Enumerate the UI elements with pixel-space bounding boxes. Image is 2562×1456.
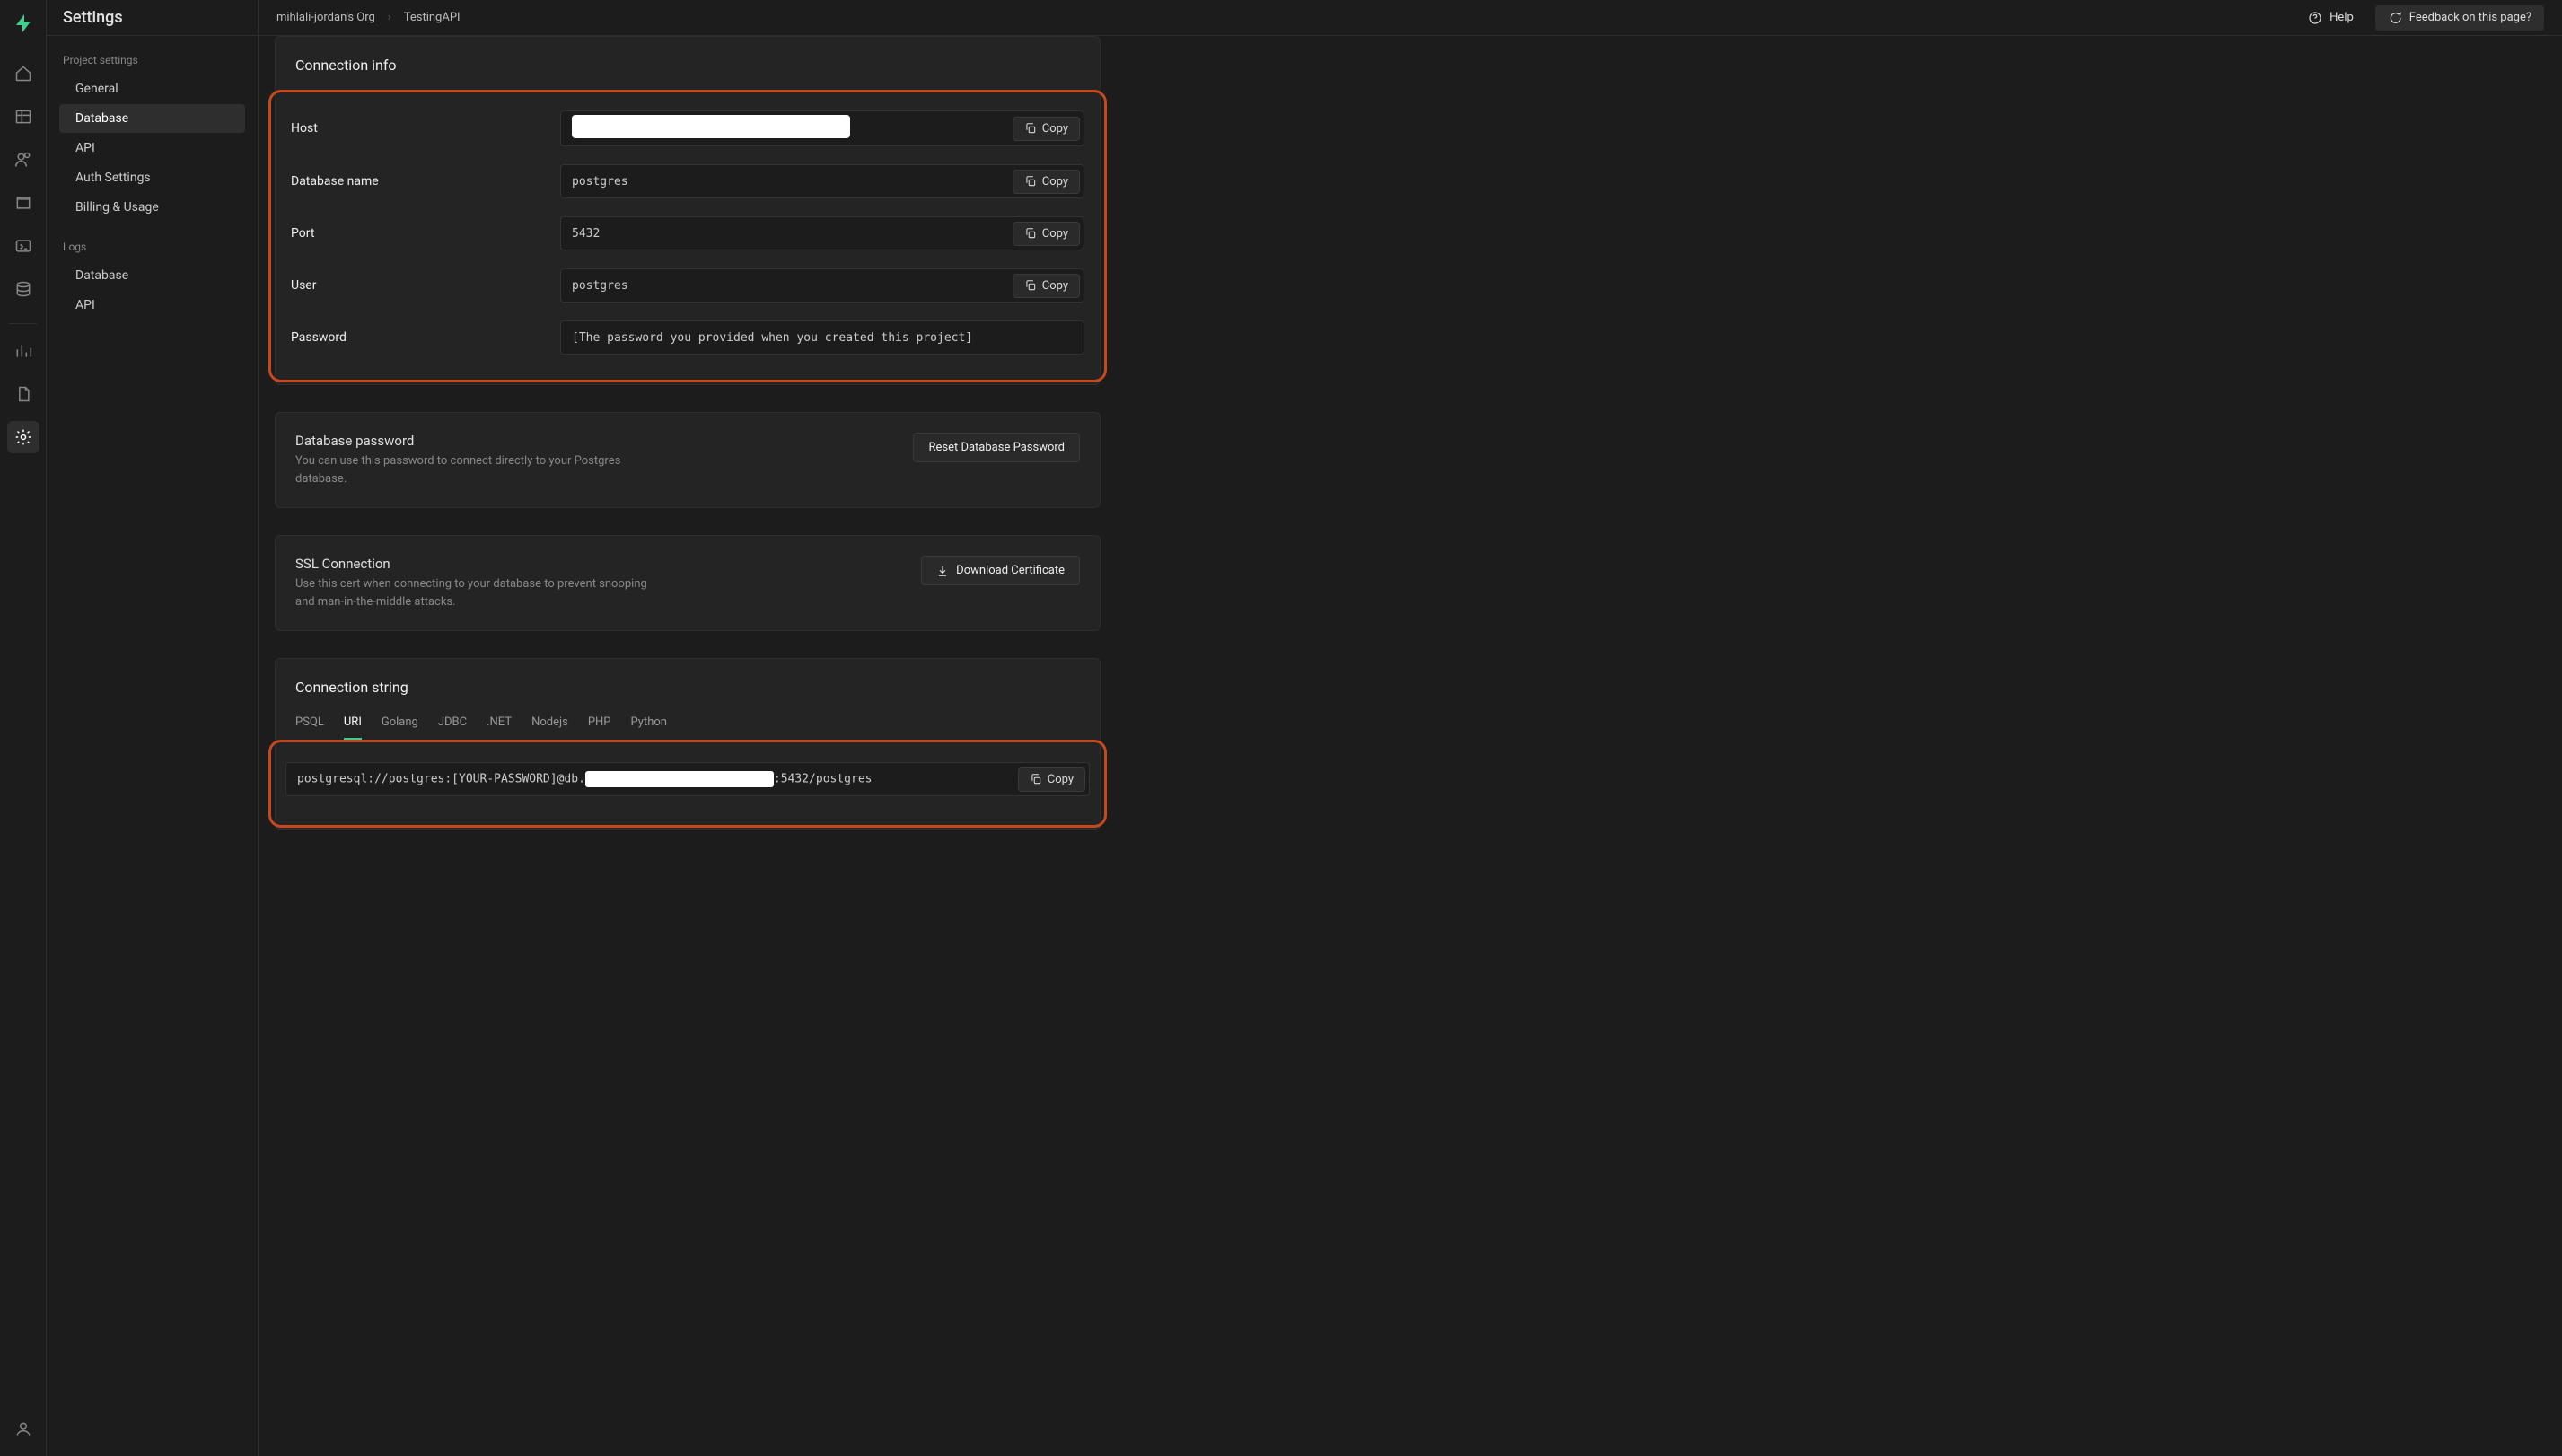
ssl-panel: SSL Connection Use this cert when connec… <box>275 535 1101 631</box>
docs-icon[interactable] <box>7 378 39 410</box>
host-value <box>572 115 1013 142</box>
sidebar-item-logs-api[interactable]: API <box>59 291 245 320</box>
feedback-button[interactable]: Feedback on this page? <box>2375 5 2544 31</box>
tab-psql[interactable]: PSQL <box>295 712 324 740</box>
chat-icon <box>2388 11 2402 25</box>
copy-connection-string-button[interactable]: Copy <box>1018 767 1085 792</box>
redacted-host-inline <box>585 771 774 787</box>
auth-icon[interactable] <box>7 144 39 176</box>
home-icon[interactable] <box>7 57 39 90</box>
dbname-value: postgres <box>572 175 1013 189</box>
help-button[interactable]: Help <box>2295 5 2366 31</box>
account-icon[interactable] <box>7 1413 39 1445</box>
topbar: mihlali-jordan's Org › TestingAPI Help F… <box>259 0 2562 36</box>
download-cert-button[interactable]: Download Certificate <box>921 556 1080 585</box>
port-field: 5432 Copy <box>560 216 1084 250</box>
connection-info-title: Connection info <box>276 37 1100 90</box>
db-password-title: Database password <box>295 433 913 449</box>
port-value: 5432 <box>572 227 1013 241</box>
connection-info-panel: Connection info Host Copy Da <box>275 36 1101 385</box>
password-value: [The password you provided when you crea… <box>572 331 1080 345</box>
icon-rail <box>0 0 47 1456</box>
db-password-desc: You can use this password to connect dir… <box>295 452 654 487</box>
tab-jdbc[interactable]: JDBC <box>438 712 467 740</box>
host-field: Copy <box>560 110 1084 146</box>
copy-port-button[interactable]: Copy <box>1013 222 1080 246</box>
redacted-host <box>572 115 850 138</box>
connection-string-panel: Connection string PSQL URI Golang JDBC .… <box>275 658 1101 830</box>
main: mihlali-jordan's Org › TestingAPI Help F… <box>259 0 2562 1456</box>
dbname-label: Database name <box>291 174 560 189</box>
connection-string-value: postgresql://postgres:[YOUR-PASSWORD]@db… <box>297 771 1018 787</box>
copy-icon <box>1024 122 1037 135</box>
copy-dbname-button[interactable]: Copy <box>1013 170 1080 194</box>
settings-icon[interactable] <box>7 421 39 453</box>
sidebar-section-project: Project settings <box>47 36 258 74</box>
sidebar-item-general[interactable]: General <box>59 75 245 103</box>
tab-golang[interactable]: Golang <box>382 712 418 740</box>
sidebar-section-logs: Logs <box>47 223 258 260</box>
password-field: [The password you provided when you crea… <box>560 320 1084 355</box>
ssl-desc: Use this cert when connecting to your da… <box>295 575 654 610</box>
chevron-right-icon: › <box>388 11 391 24</box>
host-label: Host <box>291 121 560 136</box>
user-value: postgres <box>572 279 1013 293</box>
connection-string-title: Connection string <box>276 659 1100 712</box>
settings-sidebar: Settings Project settings General Databa… <box>47 0 259 1456</box>
sidebar-item-api[interactable]: API <box>59 134 245 162</box>
copy-icon <box>1024 175 1037 188</box>
dbname-field: postgres Copy <box>560 164 1084 198</box>
sidebar-item-logs-database[interactable]: Database <box>59 261 245 290</box>
connection-string-field: postgresql://postgres:[YOUR-PASSWORD]@db… <box>285 762 1090 796</box>
storage-icon[interactable] <box>7 187 39 219</box>
sidebar-item-auth[interactable]: Auth Settings <box>59 163 245 192</box>
tab-python[interactable]: Python <box>631 712 667 740</box>
reset-password-button[interactable]: Reset Database Password <box>913 433 1080 462</box>
tab-nodejs[interactable]: Nodejs <box>531 712 568 740</box>
copy-icon <box>1030 773 1042 785</box>
copy-host-button[interactable]: Copy <box>1013 117 1080 141</box>
user-field: postgres Copy <box>560 268 1084 303</box>
port-label: Port <box>291 226 560 241</box>
sidebar-item-database[interactable]: Database <box>59 104 245 133</box>
copy-icon <box>1024 279 1037 292</box>
connection-string-tabs: PSQL URI Golang JDBC .NET Nodejs PHP Pyt… <box>276 712 1100 740</box>
tab-dotnet[interactable]: .NET <box>487 712 512 740</box>
download-icon <box>936 565 949 577</box>
rail-divider <box>9 323 37 324</box>
tab-uri[interactable]: URI <box>344 712 362 740</box>
copy-user-button[interactable]: Copy <box>1013 274 1080 298</box>
tab-php[interactable]: PHP <box>588 712 611 740</box>
breadcrumb-org[interactable]: mihlali-jordan's Org <box>276 11 375 24</box>
connection-string-highlight: postgresql://postgres:[YOUR-PASSWORD]@db… <box>268 740 1107 828</box>
logo-icon[interactable] <box>9 9 38 38</box>
user-label: User <box>291 278 560 293</box>
db-password-panel: Database password You can use this passw… <box>275 412 1101 508</box>
breadcrumb-project[interactable]: TestingAPI <box>404 11 461 24</box>
table-editor-icon[interactable] <box>7 101 39 133</box>
sql-editor-icon[interactable] <box>7 230 39 262</box>
sidebar-item-billing[interactable]: Billing & Usage <box>59 193 245 222</box>
connection-info-highlight: Host Copy Database name postgres <box>268 90 1107 382</box>
ssl-title: SSL Connection <box>295 556 921 572</box>
copy-icon <box>1024 227 1037 240</box>
help-icon <box>2308 11 2322 25</box>
password-label: Password <box>291 330 560 345</box>
page-title: Settings <box>47 0 258 36</box>
database-icon[interactable] <box>7 273 39 305</box>
reports-icon[interactable] <box>7 335 39 367</box>
